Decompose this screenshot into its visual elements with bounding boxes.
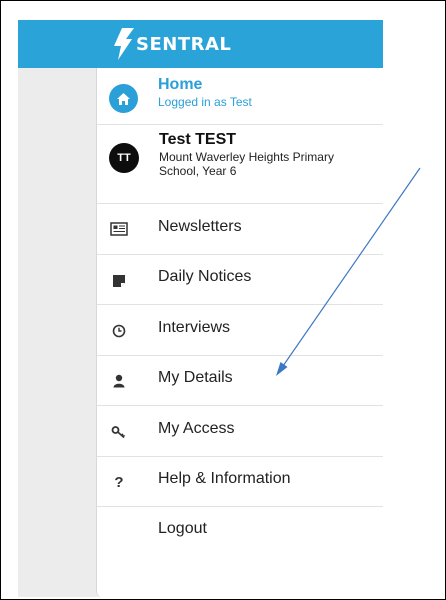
- annotation-arrow: [276, 167, 421, 376]
